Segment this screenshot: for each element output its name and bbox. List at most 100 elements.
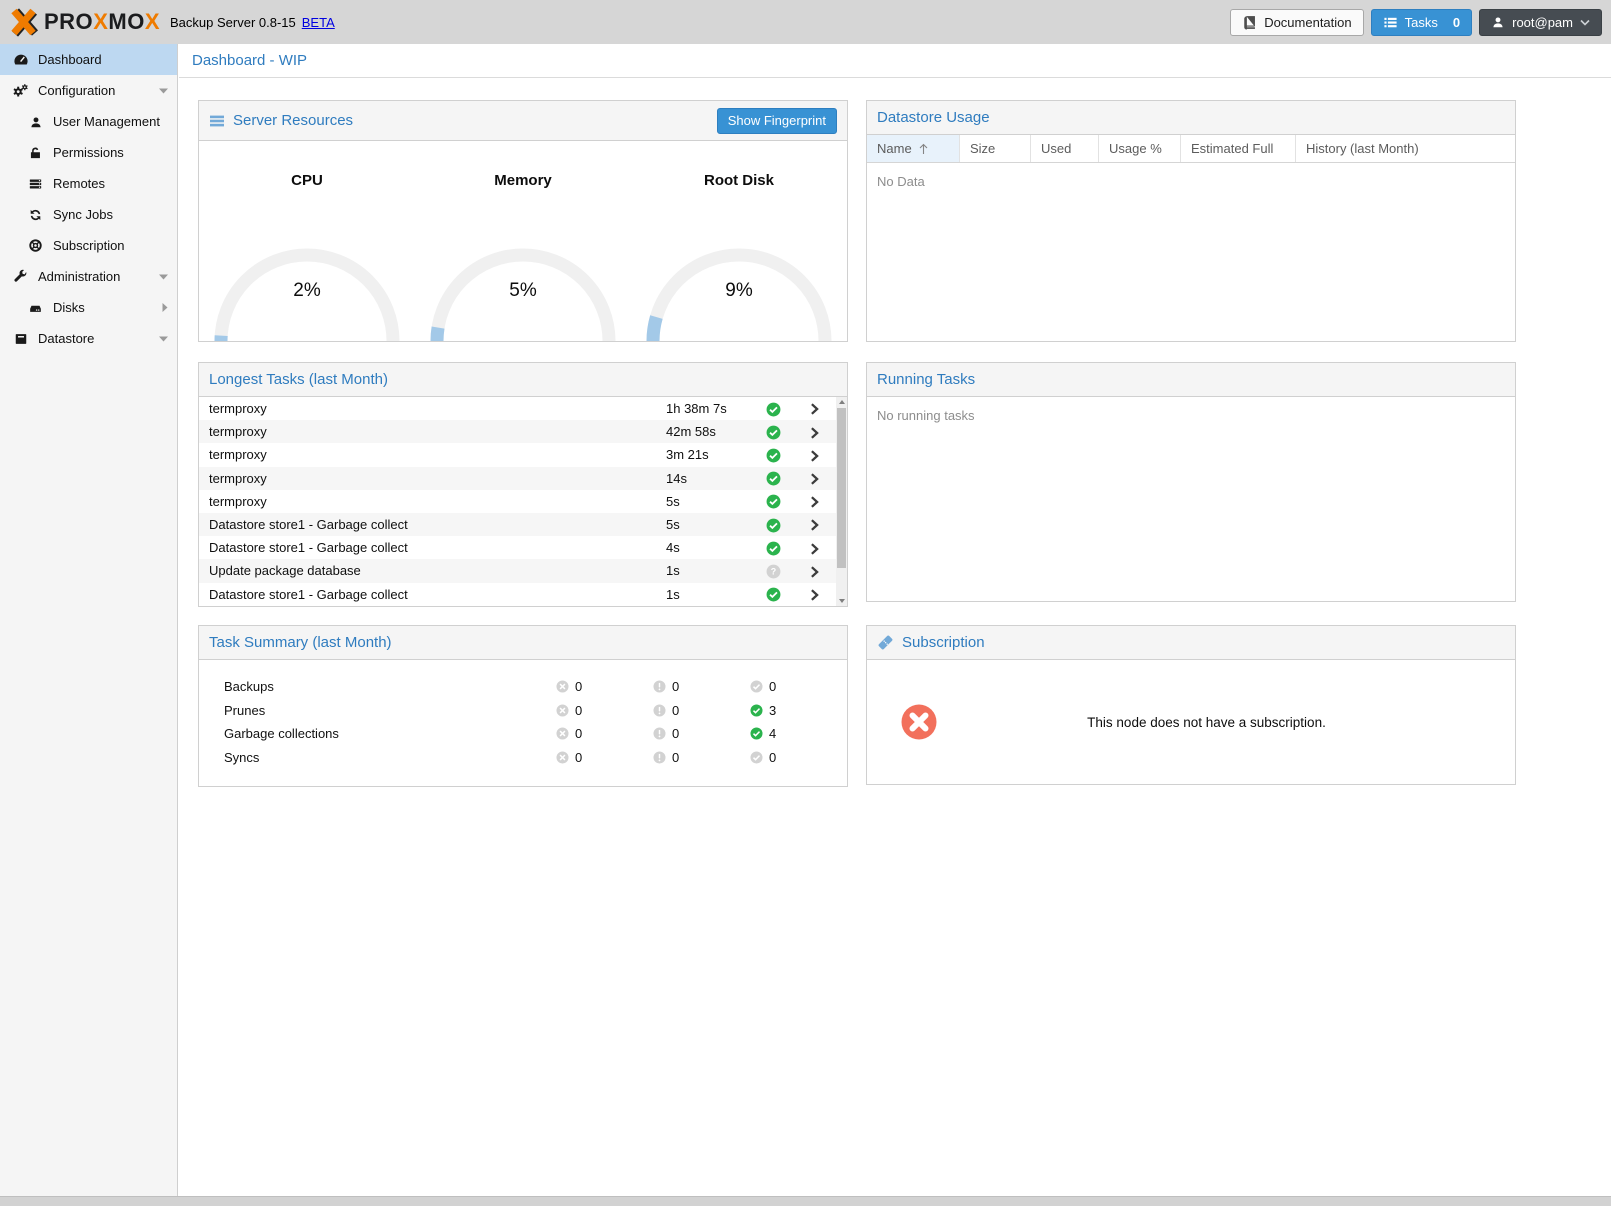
task-detail-button[interactable] — [793, 517, 836, 533]
sidebar-item-sync-jobs[interactable]: Sync Jobs — [0, 199, 177, 230]
task-detail-button[interactable] — [793, 470, 836, 486]
masthead: PROXMOX Backup Server 0.8-15 BETA Docume… — [0, 0, 1611, 44]
warning-count: 0 — [672, 750, 679, 765]
task-duration: 3m 21s — [658, 447, 753, 462]
task-detail-button[interactable] — [793, 401, 836, 417]
panel-title: Subscription — [902, 634, 985, 651]
caret-right-icon[interactable] — [162, 303, 168, 312]
sidebar-item-dashboard[interactable]: Dashboard — [0, 44, 177, 75]
task-row[interactable]: Datastore store1 - Garbage collect 1s — [199, 583, 836, 606]
sidebar-item-configuration[interactable]: Configuration — [0, 75, 177, 106]
beta-link[interactable]: BETA — [302, 15, 335, 30]
task-summary-body: Backups 0 0 0 Prunes 0 0 3 Garbage colle… — [199, 660, 847, 786]
gears-icon — [12, 83, 29, 99]
task-name: termproxy — [199, 401, 658, 416]
ticket-icon — [877, 634, 894, 651]
task-row[interactable]: Update package database 1s ? — [199, 559, 836, 582]
task-row[interactable]: termproxy 1h 38m 7s — [199, 397, 836, 420]
sidebar-item-permissions[interactable]: Permissions — [0, 137, 177, 168]
column-header-name[interactable]: Name — [867, 135, 960, 162]
error-count: 0 — [575, 679, 582, 694]
status-ok-icon — [766, 471, 781, 486]
column-header-usage[interactable]: Usage % — [1099, 135, 1181, 162]
status-unknown-icon: ? — [766, 564, 781, 579]
task-row[interactable]: termproxy 5s — [199, 490, 836, 513]
sidebar-item-remotes[interactable]: Remotes — [0, 168, 177, 199]
caret-down-icon[interactable] — [159, 274, 168, 280]
panel-title: Server Resources — [233, 112, 353, 129]
page-header: Dashboard - WIP — [179, 44, 1611, 78]
column-header-used[interactable]: Used — [1031, 135, 1099, 162]
column-header-size[interactable]: Size — [960, 135, 1031, 162]
task-detail-button[interactable] — [793, 540, 836, 556]
sidebar-item-disks[interactable]: Disks — [0, 292, 177, 323]
error-circle-icon — [900, 703, 938, 741]
scrollbar[interactable] — [836, 397, 847, 606]
panel-title: Datastore Usage — [877, 109, 990, 126]
gauge-value: 2% — [199, 280, 415, 302]
task-row[interactable]: Datastore store1 - Garbage collect 4s — [199, 536, 836, 559]
column-header-estimated-full[interactable]: Estimated Full — [1181, 135, 1296, 162]
task-row[interactable]: termproxy 14s — [199, 467, 836, 490]
task-row[interactable]: Datastore store1 - Garbage collect 5s — [199, 513, 836, 536]
chevron-down-icon — [1580, 19, 1590, 26]
gauge-label: Root Disk — [631, 172, 847, 189]
scrollbar-thumb[interactable] — [837, 408, 846, 568]
task-duration: 14s — [658, 471, 753, 486]
task-name: termproxy — [199, 471, 658, 486]
task-duration: 1s — [658, 587, 753, 602]
caret-down-icon[interactable] — [159, 336, 168, 342]
sidebar-item-subscription[interactable]: Subscription — [0, 230, 177, 261]
error-count: 0 — [575, 703, 582, 718]
sidebar-item-datastore[interactable]: Datastore — [0, 323, 177, 354]
sort-ascending-icon — [918, 143, 929, 155]
task-detail-button[interactable] — [793, 447, 836, 463]
subscription-panel: Subscription This node does not have a s… — [866, 625, 1516, 785]
summary-label: Prunes — [199, 703, 556, 718]
task-detail-button[interactable] — [793, 563, 836, 579]
summary-label: Backups — [199, 679, 556, 694]
task-detail-button[interactable] — [793, 494, 836, 510]
gauge-value: 9% — [631, 280, 847, 302]
tasks-button[interactable]: Tasks 0 — [1371, 9, 1472, 36]
task-row[interactable]: termproxy 3m 21s — [199, 443, 836, 466]
status-ok-icon — [766, 402, 781, 417]
task-row[interactable]: termproxy 42m 58s — [199, 420, 836, 443]
sidebar-item-label: Dashboard — [38, 52, 102, 67]
sidebar-item-label: Administration — [38, 269, 120, 284]
error-count-icon — [556, 727, 569, 740]
user-menu-button[interactable]: root@pam — [1479, 9, 1602, 36]
chevron-right-icon — [808, 472, 821, 486]
sidebar-item-administration[interactable]: Administration — [0, 261, 177, 292]
task-name: Update package database — [199, 563, 658, 578]
task-name: termproxy — [199, 424, 658, 439]
task-detail-button[interactable] — [793, 586, 836, 602]
warning-count-icon — [653, 751, 666, 764]
sidebar-item-label: Subscription — [53, 238, 125, 253]
task-list-icon — [1383, 15, 1398, 30]
sidebar-item-user-management[interactable]: User Management — [0, 106, 177, 137]
ok-count: 3 — [769, 703, 776, 718]
chevron-right-icon — [808, 495, 821, 509]
warning-count: 0 — [672, 726, 679, 741]
scroll-down-icon[interactable] — [836, 596, 847, 606]
task-duration: 1h 38m 7s — [658, 401, 753, 416]
task-detail-button[interactable] — [793, 424, 836, 440]
sidebar-item-label: Configuration — [38, 83, 115, 98]
task-name: Datastore store1 - Garbage collect — [199, 587, 658, 602]
show-fingerprint-button[interactable]: Show Fingerprint — [717, 108, 837, 134]
sidebar-item-label: Remotes — [53, 176, 105, 191]
column-header-history-last-month[interactable]: History (last Month) — [1296, 135, 1515, 162]
scroll-up-icon[interactable] — [836, 397, 847, 407]
chevron-right-icon — [808, 449, 821, 463]
task-duration: 5s — [658, 517, 753, 532]
proxmox-logo: PROXMOX — [9, 7, 160, 37]
ok-count-icon — [750, 704, 763, 717]
task-duration: 4s — [658, 540, 753, 555]
server-resources-header: Server Resources Show Fingerprint — [199, 101, 847, 141]
status-ok-icon — [766, 494, 781, 509]
caret-down-icon[interactable] — [159, 88, 168, 94]
documentation-button[interactable]: Documentation — [1230, 9, 1363, 36]
unlock-icon — [27, 146, 44, 160]
status-ok-icon — [766, 587, 781, 602]
